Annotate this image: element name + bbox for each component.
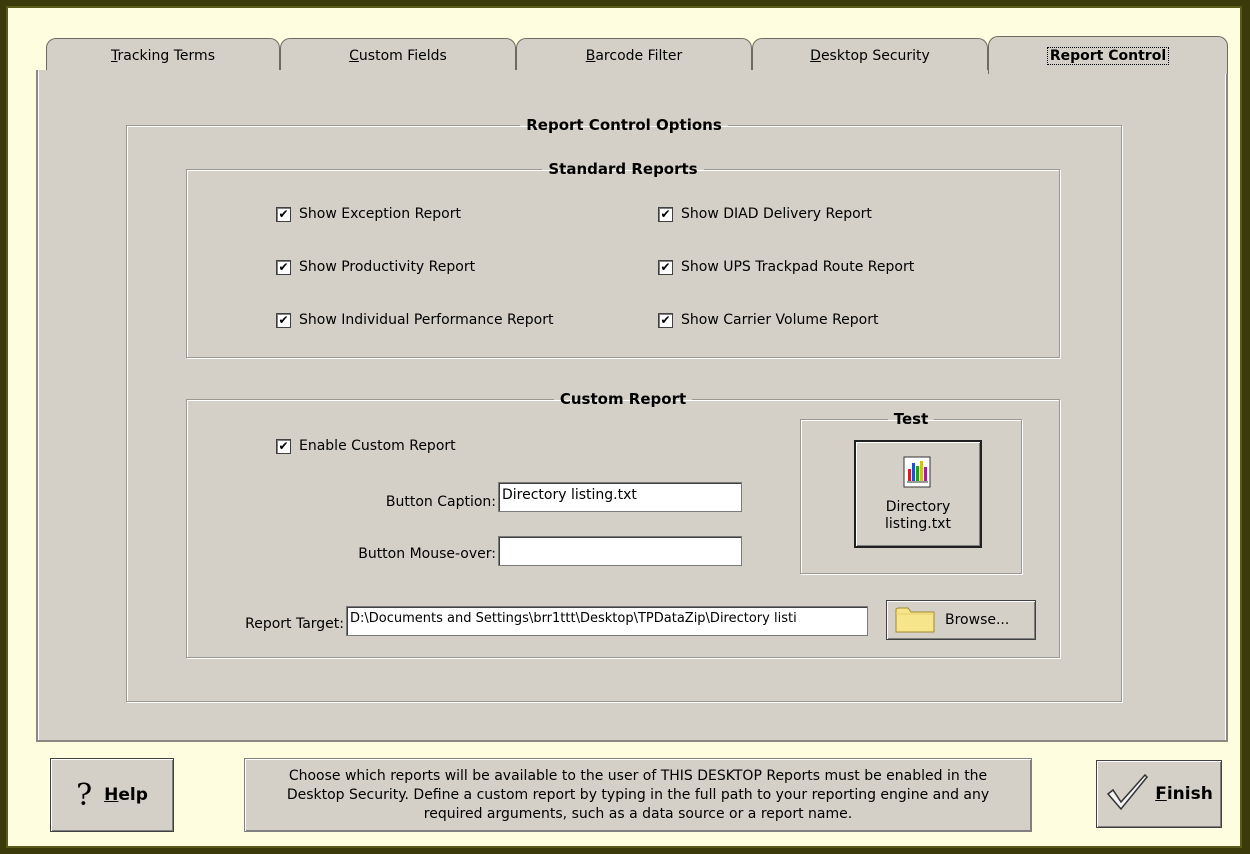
help-rest: elp bbox=[118, 785, 148, 805]
checkbox-label: Show UPS Trackpad Route Report bbox=[681, 259, 915, 275]
checkbox-show-diad-delivery-report[interactable]: ✔ Show DIAD Delivery Report bbox=[658, 206, 872, 222]
help-mnemonic: H bbox=[104, 785, 119, 805]
finish-mnemonic: F bbox=[1155, 784, 1167, 804]
group-title: Custom Report bbox=[559, 390, 687, 408]
button-caption-input[interactable]: Directory listing.txt bbox=[498, 482, 742, 512]
test-button-label: Directory listing.txt bbox=[885, 499, 951, 533]
checkbox-box[interactable]: ✔ bbox=[276, 438, 291, 454]
button-mouseover-input[interactable] bbox=[498, 536, 742, 566]
button-caption-label: Button Caption: bbox=[385, 494, 496, 510]
folder-icon bbox=[895, 603, 935, 637]
checkbox-box[interactable]: ✔ bbox=[658, 312, 673, 328]
group-title: Test bbox=[893, 410, 929, 428]
browse-label: Browse... bbox=[945, 612, 1010, 628]
help-button[interactable]: ? Help bbox=[50, 758, 174, 832]
tab-label: arcode Filter bbox=[595, 47, 683, 64]
group-title: Report Control Options bbox=[526, 116, 722, 134]
checkbox-show-individual-performance-report[interactable]: ✔ Show Individual Performance Report bbox=[276, 312, 553, 328]
tab-desktop-security[interactable]: Desktop Security bbox=[752, 38, 988, 72]
checkmark-icon bbox=[1105, 772, 1149, 817]
button-mouseover-label: Button Mouse-over: bbox=[358, 546, 496, 562]
tab-panel: Report Control Options Standard Reports … bbox=[36, 70, 1228, 742]
checkbox-show-exception-report[interactable]: ✔ Show Exception Report bbox=[276, 206, 461, 222]
report-target-input[interactable]: D:\Documents and Settings\brr1ttt\Deskto… bbox=[346, 606, 868, 636]
checkbox-box[interactable]: ✔ bbox=[658, 206, 673, 222]
test-button-line: listing.txt bbox=[885, 516, 951, 532]
checkbox-box[interactable]: ✔ bbox=[276, 259, 291, 275]
tab-report-control[interactable]: Report Control bbox=[988, 36, 1228, 74]
tab-mnemonic: C bbox=[349, 47, 359, 64]
report-target-label: Report Target: bbox=[245, 616, 344, 632]
tab-custom-fields[interactable]: Custom Fields bbox=[280, 38, 516, 72]
test-button-line: Directory bbox=[885, 499, 951, 515]
help-label: Help bbox=[104, 785, 148, 805]
tab-tracking-terms[interactable]: Tracking Terms bbox=[46, 38, 280, 72]
tab-mnemonic: B bbox=[585, 47, 596, 64]
checkbox-label: Enable Custom Report bbox=[299, 438, 456, 454]
tab-barcode-filter[interactable]: Barcode Filter bbox=[516, 38, 752, 72]
finish-label: Finish bbox=[1155, 784, 1213, 804]
browse-button[interactable]: Browse... bbox=[886, 600, 1036, 640]
checkbox-show-carrier-volume-report[interactable]: ✔ Show Carrier Volume Report bbox=[658, 312, 878, 328]
tab-label: esktop Security bbox=[820, 47, 930, 64]
chart-icon bbox=[901, 455, 935, 493]
checkbox-label: Show Individual Performance Report bbox=[299, 312, 554, 328]
checkbox-show-productivity-report[interactable]: ✔ Show Productivity Report bbox=[276, 259, 475, 275]
checkbox-box[interactable]: ✔ bbox=[276, 206, 291, 222]
help-message: Choose which reports will be available t… bbox=[244, 758, 1032, 832]
tab-label: Report Control bbox=[1046, 46, 1170, 65]
question-icon: ? bbox=[76, 777, 93, 813]
checkbox-label: Show Exception Report bbox=[299, 206, 461, 222]
finish-rest: inish bbox=[1166, 784, 1213, 804]
checkbox-label: Show Carrier Volume Report bbox=[681, 312, 879, 328]
finish-button[interactable]: Finish bbox=[1096, 760, 1222, 828]
checkbox-show-ups-trackpad-route-report[interactable]: ✔ Show UPS Trackpad Route Report bbox=[658, 259, 914, 275]
test-report-button[interactable]: Directory listing.txt bbox=[854, 440, 982, 548]
checkbox-label: Show DIAD Delivery Report bbox=[681, 206, 872, 222]
checkbox-label: Show Productivity Report bbox=[299, 259, 476, 275]
checkbox-enable-custom-report[interactable]: ✔ Enable Custom Report bbox=[276, 438, 456, 454]
checkbox-box[interactable]: ✔ bbox=[276, 312, 291, 328]
checkbox-box[interactable]: ✔ bbox=[658, 259, 673, 275]
group-title: Standard Reports bbox=[548, 160, 698, 178]
tab-label: racking Terms bbox=[117, 47, 215, 64]
tab-label: ustom Fields bbox=[358, 47, 447, 64]
tab-mnemonic: D bbox=[810, 47, 821, 64]
